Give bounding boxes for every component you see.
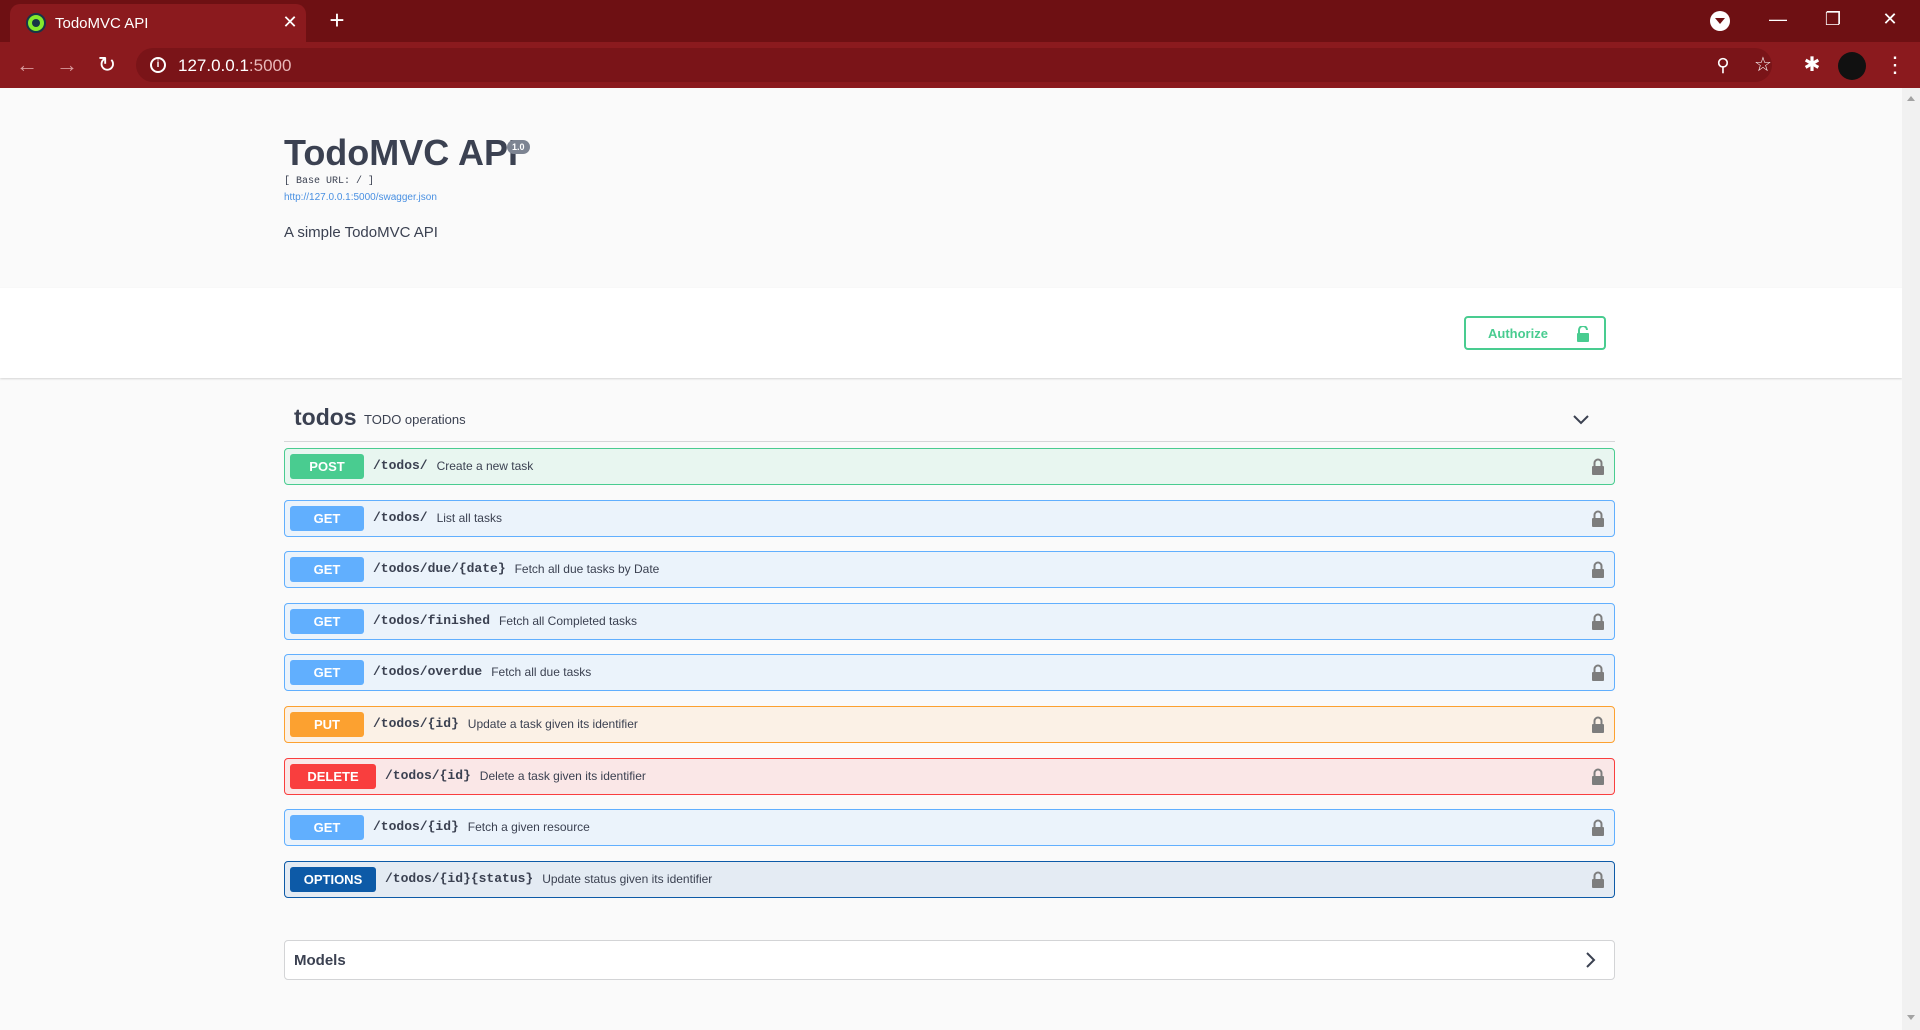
tag-name: todos [294,404,357,430]
base-url: [ Base URL: / ] [284,176,375,187]
operation-summary: Fetch all Completed tasks [499,614,638,628]
browser-menu-icon[interactable]: ⋮ [1880,50,1910,80]
operation-path: /todos/finished [373,613,491,628]
operation-path: /todos/{id}{status} [385,871,534,886]
operation-path: /todos/{id} [373,819,459,834]
method-badge: GET [290,557,364,582]
new-tab-button[interactable]: + [323,6,351,34]
scheme-container: Authorize [0,288,1902,378]
models-title: Models [294,952,346,969]
operation-row[interactable]: GET/todos/overdue Fetch all due tasks [284,654,1615,691]
chevron-right-icon[interactable] [1581,951,1599,969]
operation-row[interactable]: OPTIONS/todos/{id}{status} Update status … [284,861,1615,898]
authorize-button[interactable]: Authorize [1464,316,1606,350]
tab-title: TodoMVC API [55,15,149,32]
restore-button[interactable]: ❐ [1818,6,1848,32]
tag-section-todos[interactable]: todos TODO operations [284,398,1615,442]
operation-path: /todos/due/{date} [373,561,506,576]
operation-summary: Fetch a given resource [467,820,590,834]
operation-path: /todos/ [373,510,428,525]
method-badge: POST [290,454,364,479]
lock-icon[interactable] [1591,510,1605,527]
url-host: 127.0.0.1 [178,56,249,75]
operation-summary: Delete a task given its identifier [479,769,646,783]
site-info-icon[interactable]: i [150,57,166,73]
minimize-button[interactable]: — [1763,6,1793,32]
bookmark-star-icon[interactable]: ☆ [1748,50,1778,80]
close-window-button[interactable]: ✕ [1875,6,1905,32]
authorize-label: Authorize [1488,326,1548,341]
address-bar[interactable]: i 127.0.0.1:5000 ⚲ ☆ [136,48,1772,82]
operation-row[interactable]: GET/todos/List all tasks [284,500,1615,537]
operation-summary: Fetch all due tasks [491,665,592,679]
operation-row[interactable]: POST/todos/Create a new task [284,448,1615,485]
lock-icon[interactable] [1591,561,1605,578]
browser-tabstrip: TodoMVC API ✕ + — ❐ ✕ [0,0,1920,42]
operation-row[interactable]: DELETE/todos/{id} Delete a task given its… [284,758,1615,795]
reload-icon[interactable]: ↻ [92,50,122,80]
zoom-icon[interactable]: ⚲ [1708,50,1738,80]
operation-path: /todos/{id} [385,768,471,783]
browser-toolbar: ← → ↻ i 127.0.0.1:5000 ⚲ ☆ ✱ ⋮ [0,42,1920,88]
lock-icon[interactable] [1591,458,1605,475]
method-badge: GET [290,815,364,840]
operation-summary: Create a new task [436,459,534,473]
scroll-down-arrow-icon[interactable] [1907,1015,1915,1020]
lock-icon[interactable] [1591,613,1605,630]
method-badge: GET [290,609,364,634]
tag-description: TODO operations [364,412,466,427]
operation-row[interactable]: GET/todos/{id} Fetch a given resource [284,809,1615,846]
operation-summary: Fetch all due tasks by Date [514,562,660,576]
profile-avatar[interactable] [1838,52,1866,80]
operation-row[interactable]: GET/todos/due/{date} Fetch all due tasks … [284,551,1615,588]
vertical-scrollbar[interactable] [1902,88,1920,1030]
lock-icon[interactable] [1591,871,1605,888]
chevron-down-icon[interactable] [1571,410,1591,430]
method-badge: GET [290,660,364,685]
url-port: :5000 [248,56,292,75]
swagger-favicon-icon [26,13,46,33]
api-description: A simple TodoMVC API [284,224,438,241]
swagger-page: TodoMVC API 1.0 [ Base URL: / ] http://1… [0,88,1902,1030]
extensions-puzzle-icon[interactable]: ✱ [1797,50,1827,80]
unlock-icon [1577,326,1589,342]
api-info: TodoMVC API 1.0 [ Base URL: / ] http://1… [0,88,1902,288]
operation-row[interactable]: GET/todos/finished Fetch all Completed ta… [284,603,1615,640]
api-title: TodoMVC API [284,132,518,173]
back-arrow-icon[interactable]: ← [12,50,42,80]
tab-close-icon[interactable]: ✕ [280,12,300,32]
scroll-up-arrow-icon[interactable] [1907,96,1915,101]
lock-icon[interactable] [1591,716,1605,733]
operation-path: /todos/{id} [373,716,459,731]
operation-summary: Update status given its identifier [542,872,713,886]
models-section[interactable]: Models [284,940,1615,980]
operation-summary: Update a task given its identifier [467,717,638,731]
method-badge: DELETE [290,764,376,789]
method-badge: OPTIONS [290,867,376,892]
method-badge: PUT [290,712,364,737]
lock-icon[interactable] [1591,664,1605,681]
operation-row[interactable]: PUT/todos/{id} Update a task given its id… [284,706,1615,743]
browser-tab[interactable]: TodoMVC API ✕ [10,4,306,42]
operation-path: /todos/overdue [373,664,483,679]
forward-arrow-icon[interactable]: → [52,50,82,80]
operation-summary: List all tasks [436,511,502,525]
version-badge: 1.0 [507,140,530,154]
lock-icon[interactable] [1591,768,1605,785]
tab-search-icon[interactable] [1710,11,1730,31]
operation-path: /todos/ [373,458,428,473]
url-text: 127.0.0.1:5000 [178,56,291,76]
method-badge: GET [290,506,364,531]
swagger-json-link[interactable]: http://127.0.0.1:5000/swagger.json [284,192,437,203]
lock-icon[interactable] [1591,819,1605,836]
